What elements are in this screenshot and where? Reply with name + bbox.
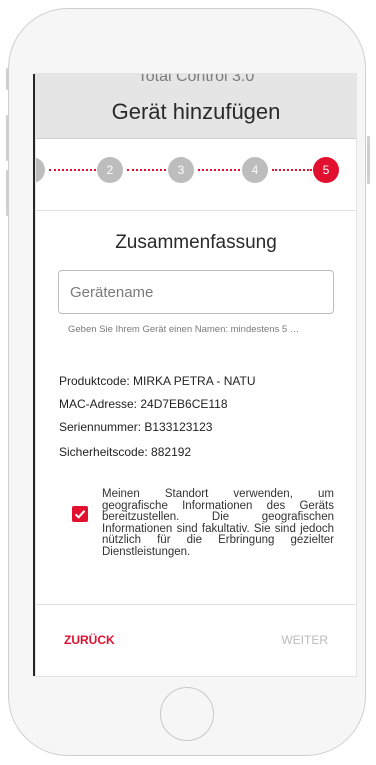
step-3[interactable]: 3 (168, 157, 194, 183)
step-5[interactable]: 5 (313, 157, 339, 183)
page-title: Gerät hinzufügen (111, 99, 281, 124)
phone-side-button (6, 68, 9, 90)
checkmark-icon (74, 510, 86, 519)
phone-power-button (367, 136, 370, 184)
step-4[interactable]: 4 (242, 157, 268, 183)
step-2[interactable]: 2 (97, 157, 123, 183)
back-button[interactable]: ZURÜCK (64, 633, 115, 647)
section-title: Zusammenfassung (115, 232, 277, 253)
device-name-input[interactable] (58, 270, 334, 314)
step-connector (127, 169, 166, 171)
product-code: Produktcode: MIRKA PETRA - NATU (59, 374, 256, 388)
step-connector (198, 169, 240, 171)
app-screen: Total Control 3.0 Gerät hinzufügen 1 2 3… (36, 74, 356, 676)
app-name: Total Control 3.0 (137, 74, 255, 85)
phone-volume-down-button (6, 170, 9, 216)
location-consent-text: Meinen Standort verwenden, um geografisc… (102, 488, 334, 558)
next-button[interactable]: WEITER (281, 633, 328, 647)
stepper (36, 138, 356, 211)
step-connector (49, 169, 96, 171)
mac-address: MAC-Adresse: 24D7EB6CE118 (59, 397, 228, 411)
device-name-helper-text: Geben Sie Ihrem Gerät einen Namen: minde… (68, 324, 300, 335)
serial-number: Seriennummer: B133123123 (59, 420, 213, 434)
footer-actions: ZURÜCK WEITER (36, 604, 356, 676)
location-consent-checkbox[interactable] (72, 506, 88, 522)
step-connector (272, 169, 312, 171)
app-header: Total Control 3.0 Gerät hinzufügen (36, 74, 356, 139)
security-code: Sicherheitscode: 882192 (59, 445, 192, 459)
home-button[interactable] (160, 687, 214, 741)
phone-volume-up-button (6, 115, 9, 161)
